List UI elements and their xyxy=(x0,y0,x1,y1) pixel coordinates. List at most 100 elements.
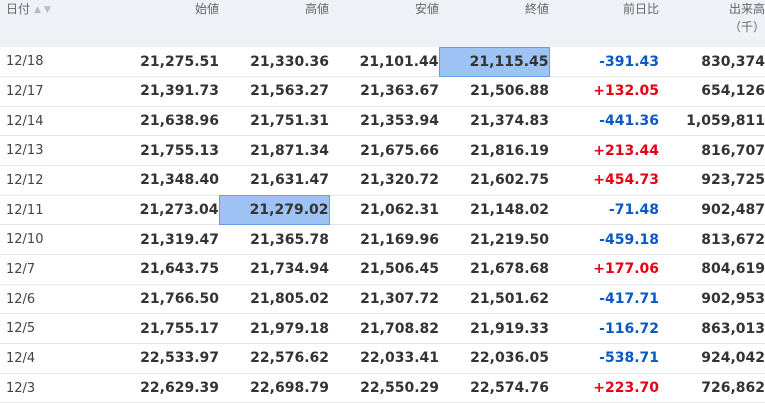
volume-cell: 816,707 xyxy=(701,142,765,159)
low-cell: 22,550.29 xyxy=(360,380,439,397)
open-cell: 21,273.04 xyxy=(139,202,219,219)
open-cell: 21,319.47 xyxy=(140,231,219,248)
high-cell: 21,751.31 xyxy=(250,113,329,130)
sort-arrows-icon[interactable]: ▲▼ xyxy=(34,1,54,19)
date-cell: 12/17 xyxy=(6,83,44,99)
close-column-header: 終値 xyxy=(524,2,549,16)
date-cell: 12/6 xyxy=(6,291,36,307)
close-cell: 21,602.75 xyxy=(470,172,549,189)
high-column-header: 高値 xyxy=(304,2,329,16)
volume-cell: 1,059,811 xyxy=(686,113,765,130)
change-cell: -459.18 xyxy=(599,231,659,248)
open-cell: 21,391.73 xyxy=(140,83,219,100)
date-cell: 12/11 xyxy=(6,202,44,218)
low-cell: 21,101.44 xyxy=(359,53,439,70)
volume-cell: 804,619 xyxy=(701,261,765,278)
high-cell: 21,330.36 xyxy=(250,53,329,70)
date-cell: 12/14 xyxy=(6,113,44,129)
high-cell: 22,698.79 xyxy=(250,380,329,397)
open-cell: 21,643.75 xyxy=(140,261,219,278)
date-cell: 12/3 xyxy=(6,380,36,396)
date-cell: 12/10 xyxy=(6,232,44,248)
volume-cell: 654,126 xyxy=(701,83,765,100)
table-header-row: 日付 ▲▼ 始値 高値 安値 終値 前日比 出来高 （千） xyxy=(0,0,765,47)
high-cell: 21,734.94 xyxy=(250,261,329,278)
close-cell: 21,148.02 xyxy=(470,202,549,219)
date-cell: 12/13 xyxy=(6,143,44,159)
change-cell: -441.36 xyxy=(599,113,659,130)
high-cell: 21,871.34 xyxy=(250,142,329,159)
volume-cell: 902,953 xyxy=(701,291,765,308)
date-cell: 12/18 xyxy=(6,54,44,70)
table-row: 12/6 21,766.50 21,805.02 21,307.72 21,50… xyxy=(0,284,765,314)
close-cell: 21,678.68 xyxy=(470,261,549,278)
high-cell: 21,365.78 xyxy=(250,231,329,248)
open-cell: 21,755.13 xyxy=(140,142,219,159)
date-cell: 12/12 xyxy=(6,172,44,188)
low-cell: 21,062.31 xyxy=(360,202,439,219)
change-cell: +213.44 xyxy=(593,142,659,159)
volume-cell: 902,487 xyxy=(701,202,765,219)
table-row: 12/7 21,643.75 21,734.94 21,506.45 21,67… xyxy=(0,255,765,285)
open-cell: 21,638.96 xyxy=(140,113,219,130)
volume-cell: 924,042 xyxy=(701,350,765,367)
change-cell: +132.05 xyxy=(593,83,659,100)
low-cell: 21,320.72 xyxy=(360,172,439,189)
table-row: 12/3 22,629.39 22,698.79 22,550.29 22,57… xyxy=(0,373,765,403)
close-cell: 21,219.50 xyxy=(470,231,549,248)
date-cell: 12/4 xyxy=(6,350,36,366)
table-row: 12/11 21,273.04 21,279.02 21,062.31 21,1… xyxy=(0,194,765,226)
change-cell: +223.70 xyxy=(593,380,659,397)
volume-cell: 830,374 xyxy=(701,53,765,70)
close-cell: 21,501.62 xyxy=(470,291,549,308)
low-column-header: 安値 xyxy=(414,2,439,16)
open-cell: 21,755.17 xyxy=(140,320,219,337)
low-cell: 21,353.94 xyxy=(360,113,439,130)
change-column-header: 前日比 xyxy=(622,2,659,16)
high-cell: 21,631.47 xyxy=(250,172,329,189)
volume-unit-label: （千） xyxy=(728,20,765,34)
change-cell: -417.71 xyxy=(599,291,659,308)
change-cell: -71.48 xyxy=(608,202,659,219)
volume-header-label: 出来高 xyxy=(728,2,765,16)
change-cell: -391.43 xyxy=(599,53,659,70)
change-cell: -116.72 xyxy=(599,320,659,337)
open-cell: 22,629.39 xyxy=(140,380,219,397)
volume-column-header: 出来高 （千） xyxy=(659,0,765,47)
open-cell: 21,348.40 xyxy=(140,172,219,189)
high-cell: 22,576.62 xyxy=(250,350,329,367)
table-row: 12/4 22,533.97 22,576.62 22,033.41 22,03… xyxy=(0,344,765,374)
high-cell: 21,279.02 xyxy=(218,194,330,226)
table-row: 12/5 21,755.17 21,979.18 21,708.82 21,91… xyxy=(0,314,765,344)
date-cell: 12/7 xyxy=(6,261,36,277)
change-cell: -538.71 xyxy=(599,350,659,367)
table-row: 12/13 21,755.13 21,871.34 21,675.66 21,8… xyxy=(0,136,765,166)
close-cell: 21,506.88 xyxy=(470,83,549,100)
table-row: 12/18 21,275.51 21,330.36 21,101.44 21,1… xyxy=(0,46,765,78)
date-cell: 12/5 xyxy=(6,321,36,337)
table-row: 12/17 21,391.73 21,563.27 21,363.67 21,5… xyxy=(0,77,765,107)
high-cell: 21,805.02 xyxy=(250,291,329,308)
change-cell: +454.73 xyxy=(593,172,659,189)
open-cell: 21,766.50 xyxy=(140,291,219,308)
close-cell: 21,919.33 xyxy=(470,320,549,337)
open-column-header: 始値 xyxy=(194,2,219,16)
close-cell: 22,036.05 xyxy=(470,350,549,367)
close-cell: 21,115.45 xyxy=(438,46,550,78)
volume-cell: 813,672 xyxy=(701,231,765,248)
close-cell: 21,374.83 xyxy=(470,113,549,130)
volume-cell: 726,862 xyxy=(701,380,765,397)
low-cell: 21,307.72 xyxy=(360,291,439,308)
volume-cell: 863,013 xyxy=(701,320,765,337)
high-cell: 21,563.27 xyxy=(250,83,329,100)
low-cell: 21,708.82 xyxy=(360,320,439,337)
open-cell: 21,275.51 xyxy=(140,53,219,70)
high-cell: 21,979.18 xyxy=(250,320,329,337)
change-cell: +177.06 xyxy=(593,261,659,278)
date-column-header[interactable]: 日付 ▲▼ xyxy=(0,0,90,47)
table-row: 12/10 21,319.47 21,365.78 21,169.96 21,2… xyxy=(0,225,765,255)
low-cell: 21,675.66 xyxy=(360,142,439,159)
close-cell: 21,816.19 xyxy=(470,142,549,159)
date-header-label: 日付 xyxy=(6,2,31,16)
low-cell: 21,169.96 xyxy=(360,231,439,248)
